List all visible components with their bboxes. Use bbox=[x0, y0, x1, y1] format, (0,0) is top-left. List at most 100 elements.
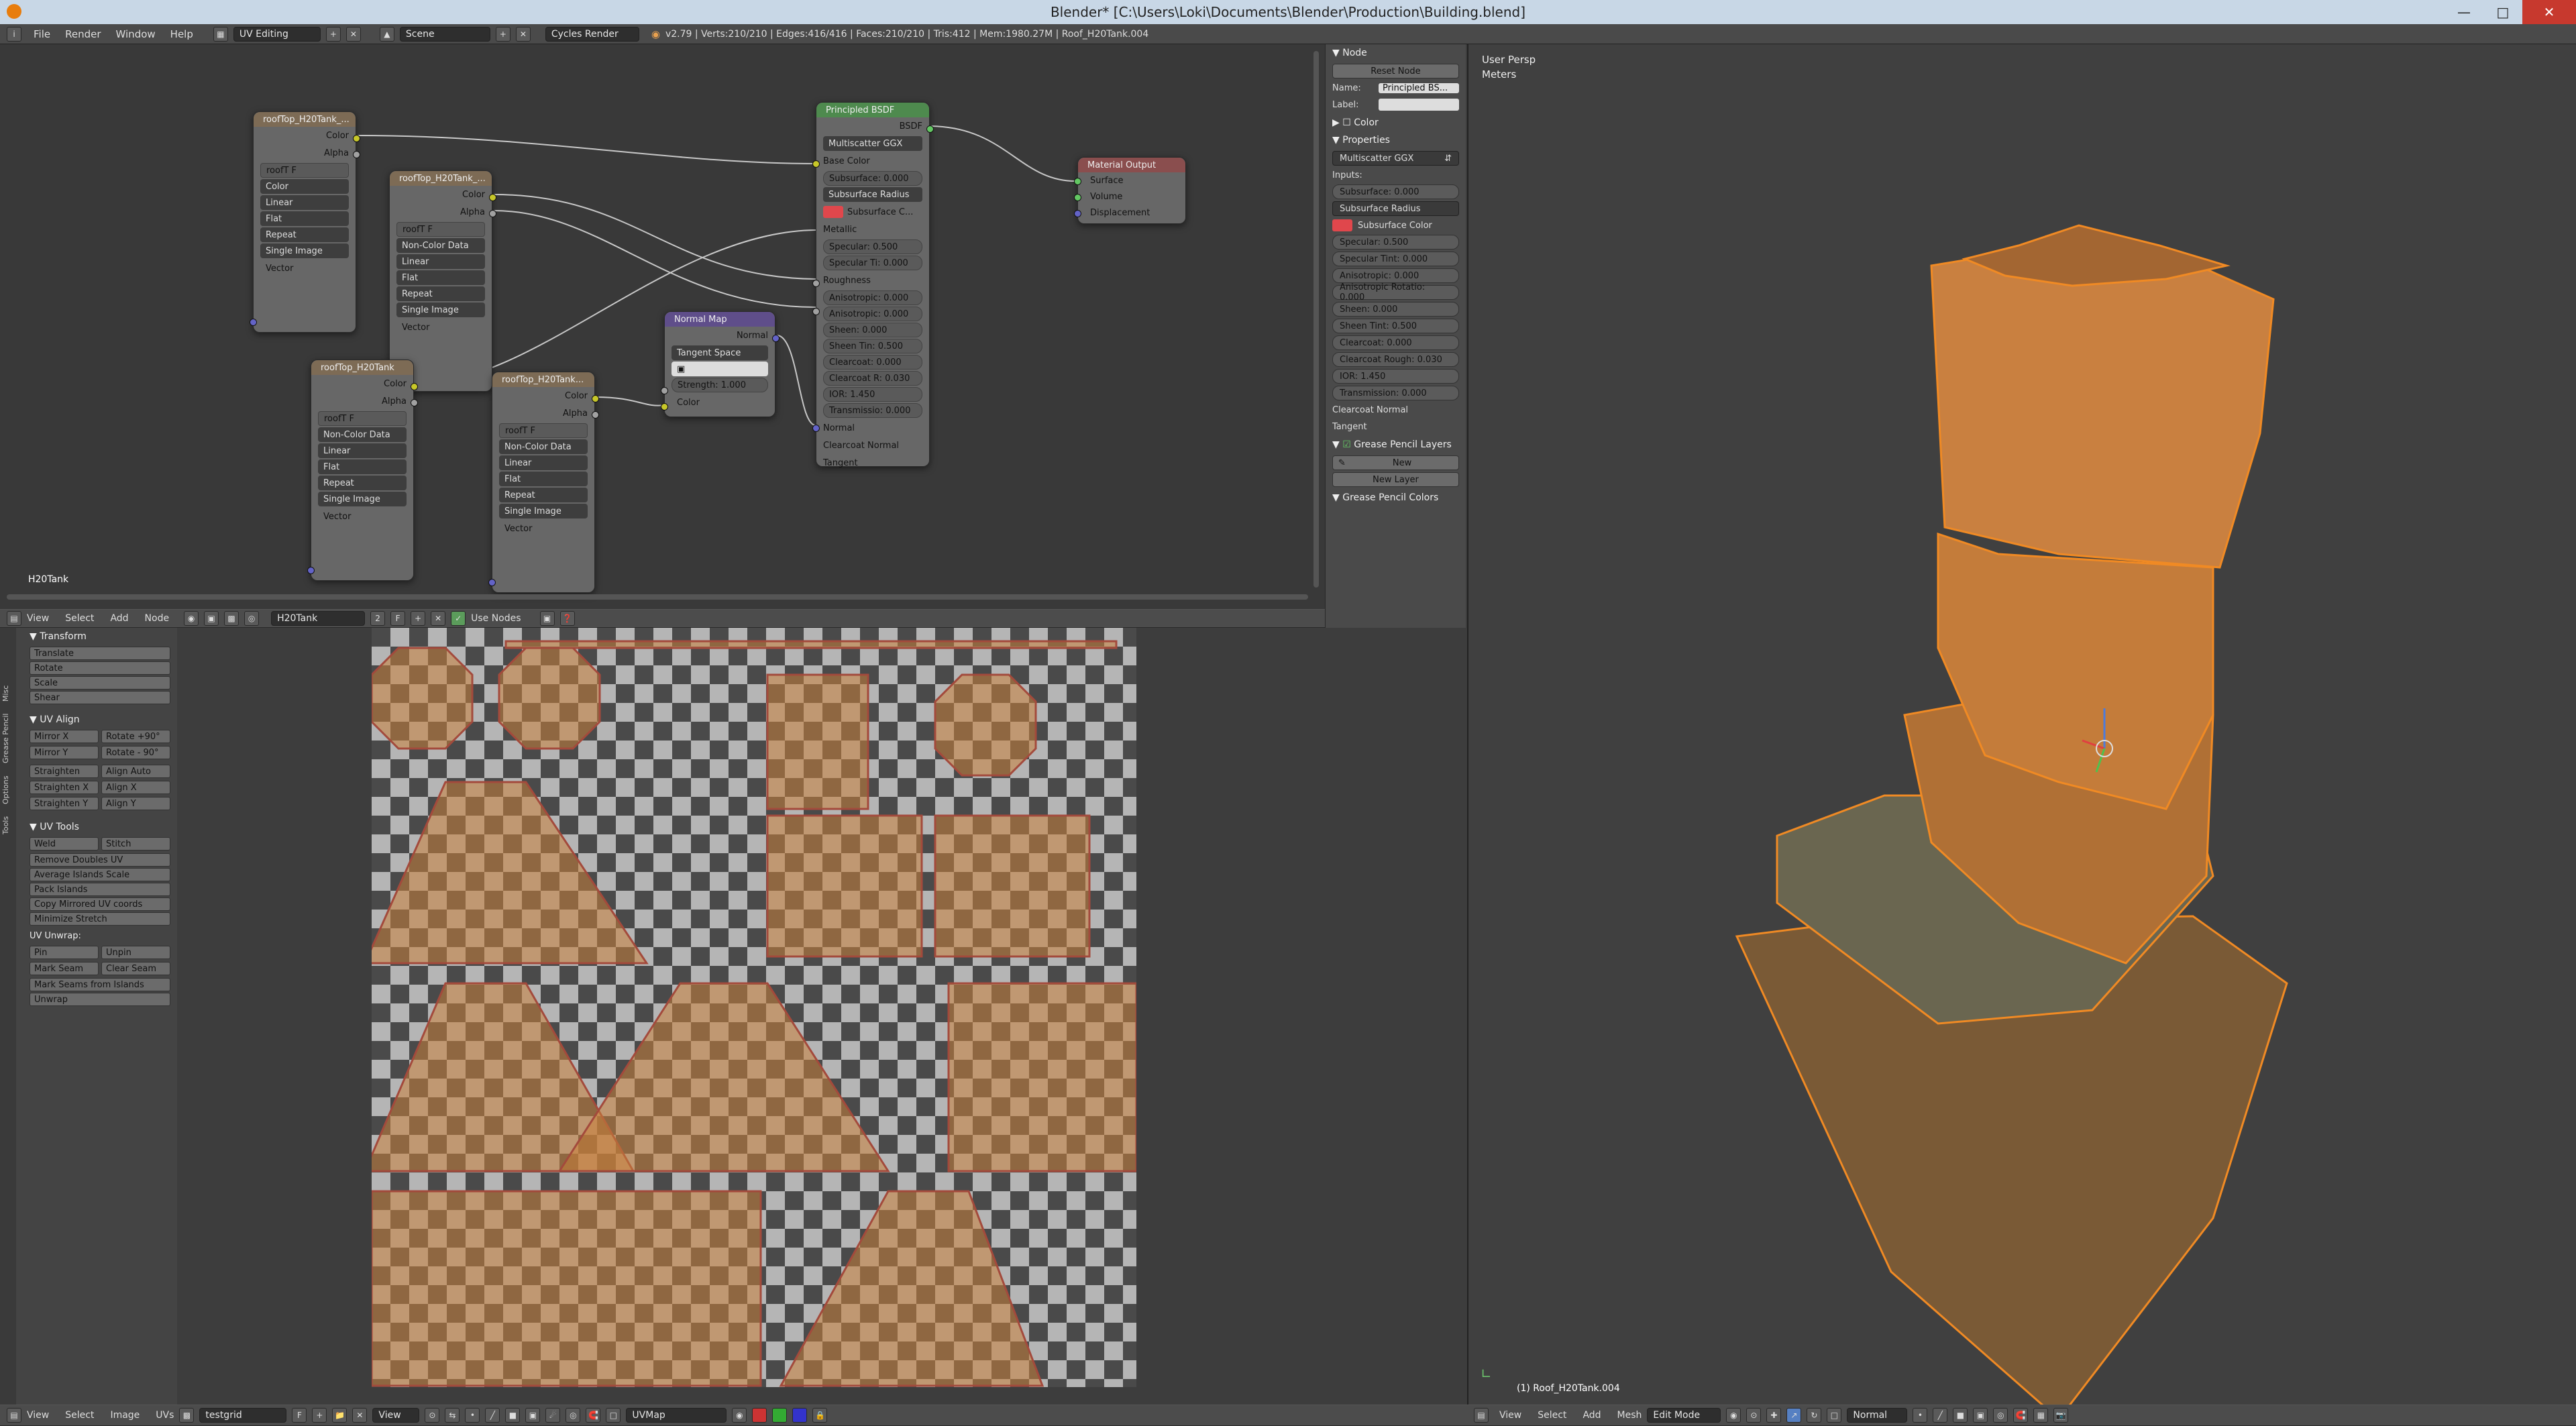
alpha-output-socket[interactable] bbox=[353, 151, 360, 158]
scene-select[interactable]: Scene bbox=[399, 26, 490, 42]
strength-input-socket[interactable] bbox=[661, 387, 668, 394]
anisotropic-field[interactable]: Anisotropic: 0.000 bbox=[823, 290, 922, 305]
surface-socket[interactable] bbox=[1074, 178, 1081, 185]
3d-editor-type-icon[interactable]: ▤ bbox=[1474, 1408, 1489, 1423]
image-fake-user-button[interactable]: F bbox=[292, 1408, 307, 1423]
pivot-icon[interactable]: ⊙ bbox=[425, 1408, 440, 1423]
scene-add-button[interactable]: + bbox=[495, 26, 511, 42]
uvmap-select[interactable]: UVMap bbox=[626, 1408, 727, 1423]
translate-button[interactable]: Translate bbox=[30, 647, 170, 660]
prop-sheen[interactable]: Sheen: 0.000 bbox=[1332, 302, 1459, 317]
prop-clearcoat[interactable]: Clearcoat: 0.000 bbox=[1332, 335, 1459, 350]
base-color-socket[interactable] bbox=[812, 160, 820, 168]
projection-select[interactable]: Flat bbox=[396, 270, 485, 285]
name-field[interactable]: Principled BS... bbox=[1379, 83, 1459, 93]
extension-select[interactable]: Repeat bbox=[396, 286, 485, 301]
transform-header[interactable]: ▼ Transform bbox=[30, 628, 170, 645]
uv-menu-uvs[interactable]: UVs bbox=[156, 1410, 174, 1421]
prop-specular[interactable]: Specular: 0.500 bbox=[1332, 235, 1459, 250]
material-output-node[interactable]: Material Output Surface Volume Displacem… bbox=[1074, 157, 1186, 224]
subsurface-method-select[interactable]: Subsurface Radius bbox=[823, 187, 922, 202]
prop-specular-tint[interactable]: Specular Tint: 0.000 bbox=[1332, 252, 1459, 266]
editor-type-icon[interactable]: ▤ bbox=[7, 611, 21, 626]
gp-new-layer-button[interactable]: New Layer bbox=[1332, 472, 1459, 487]
rotate-plus-90-button[interactable]: Rotate +90° bbox=[101, 730, 170, 743]
projection-select[interactable]: Flat bbox=[260, 211, 349, 226]
color-input-socket[interactable] bbox=[661, 403, 668, 410]
prop-ior[interactable]: IOR: 1.450 bbox=[1332, 369, 1459, 384]
straighten-button[interactable]: Straighten bbox=[30, 765, 99, 778]
rotate-minus-90-button[interactable]: Rotate - 90° bbox=[101, 746, 170, 759]
color-output-socket[interactable] bbox=[489, 194, 496, 201]
grease-pencil-layers-header[interactable]: ▼ ☑ Grease Pencil Layers bbox=[1326, 436, 1466, 453]
menu-node[interactable]: Node bbox=[145, 613, 170, 624]
prop-transmission[interactable]: Transmission: 0.000 bbox=[1332, 386, 1459, 400]
vector-input-socket[interactable] bbox=[488, 579, 496, 586]
alpha-output-socket[interactable] bbox=[411, 399, 418, 406]
mirror-x-button[interactable]: Mirror X bbox=[30, 730, 99, 743]
mode-select[interactable]: Edit Mode bbox=[1647, 1408, 1721, 1423]
straighten-x-button[interactable]: Straighten X bbox=[30, 781, 99, 794]
translate-manipulator-icon[interactable]: ↗ bbox=[1786, 1408, 1802, 1423]
image-add-button[interactable]: + bbox=[312, 1408, 327, 1423]
specular-tint-field[interactable]: Specular Ti: 0.000 bbox=[823, 256, 922, 270]
source-select[interactable]: Single Image bbox=[318, 492, 407, 506]
menu-help[interactable]: Help bbox=[170, 28, 193, 40]
material-fake-user-button[interactable]: F bbox=[390, 611, 406, 626]
menu-view[interactable]: View bbox=[27, 613, 49, 624]
uv-image-editor[interactable] bbox=[177, 628, 1467, 1405]
subsurface-color-swatch[interactable] bbox=[823, 206, 843, 218]
minimize-button[interactable]: — bbox=[2445, 0, 2483, 24]
color-space-select[interactable]: Color bbox=[260, 179, 349, 194]
alpha-output-socket[interactable] bbox=[592, 411, 599, 419]
image-browse-icon[interactable]: ▩ bbox=[179, 1408, 195, 1423]
uv-canvas[interactable] bbox=[372, 628, 1136, 1387]
snap-icon[interactable]: ❓ bbox=[559, 611, 575, 626]
extension-select[interactable]: Repeat bbox=[499, 488, 588, 502]
distribution-select[interactable]: Multiscatter GGX bbox=[823, 136, 922, 151]
layout-add-button[interactable]: + bbox=[325, 26, 341, 42]
3d-menu-add[interactable]: Add bbox=[1582, 1410, 1601, 1421]
projection-select[interactable]: Flat bbox=[499, 472, 588, 486]
island-select-icon[interactable]: ▣ bbox=[525, 1408, 541, 1423]
uv-tools-header[interactable]: ▼ UV Tools bbox=[30, 818, 170, 836]
scale-manipulator-icon[interactable]: □ bbox=[1827, 1408, 1842, 1423]
image-texture-node-2[interactable]: roofTop_H20Tank_... Color Alpha roofT F N… bbox=[386, 170, 496, 392]
vertex-mode-icon[interactable]: • bbox=[1913, 1408, 1928, 1423]
proportional-edit-icon[interactable]: ◎ bbox=[566, 1408, 581, 1423]
clearcoat-field[interactable]: Clearcoat: 0.000 bbox=[823, 355, 922, 370]
prop-subsurface-color-swatch[interactable] bbox=[1332, 219, 1352, 231]
3d-menu-select[interactable]: Select bbox=[1538, 1410, 1566, 1421]
weld-button[interactable]: Weld bbox=[30, 837, 99, 851]
transform-gizmo[interactable] bbox=[2079, 702, 2133, 782]
uvmap-icon[interactable]: □ bbox=[606, 1408, 621, 1423]
red-channel-icon[interactable] bbox=[752, 1408, 767, 1423]
source-select[interactable]: Single Image bbox=[260, 243, 349, 258]
prop-anisotropic-rotation[interactable]: Anisotropic Rotatio: 0.000 bbox=[1332, 282, 1459, 303]
menu-file[interactable]: File bbox=[34, 28, 50, 40]
subsurface-color-row[interactable]: Subsurface C... bbox=[816, 203, 929, 221]
projection-select[interactable]: Flat bbox=[318, 459, 407, 474]
render-preview-icon[interactable]: 📷 bbox=[2053, 1408, 2069, 1423]
3d-viewport[interactable]: User Persp Meters ∟ (1) Roof_H20Tank.004 bbox=[1467, 44, 2576, 1405]
node-editor[interactable]: roofTop_H20Tank_... Color Alpha roofT F C… bbox=[0, 44, 1325, 609]
normal-output-socket[interactable] bbox=[772, 335, 780, 342]
layers-icon[interactable]: ▦ bbox=[2033, 1408, 2049, 1423]
prop-subsurface-radius[interactable]: Subsurface Radius bbox=[1332, 201, 1459, 216]
normal-space-select[interactable]: Tangent Space bbox=[672, 345, 768, 360]
ior-field[interactable]: IOR: 1.450 bbox=[823, 387, 922, 402]
clear-seam-button[interactable]: Clear Seam bbox=[101, 962, 170, 975]
shear-button[interactable]: Shear bbox=[30, 691, 170, 704]
mirror-y-button[interactable]: Mirror Y bbox=[30, 746, 99, 759]
render-engine-select[interactable]: Cycles Render bbox=[545, 26, 639, 42]
image-selector[interactable]: roofT F bbox=[260, 163, 349, 178]
interpolation-select[interactable]: Linear bbox=[318, 443, 407, 458]
roughness-socket[interactable] bbox=[812, 308, 820, 315]
prop-clearcoat-roughness[interactable]: Clearcoat Rough: 0.030 bbox=[1332, 352, 1459, 367]
source-select[interactable]: Single Image bbox=[396, 303, 485, 317]
fake-user-toggle[interactable]: F bbox=[291, 166, 296, 176]
image-texture-node-3[interactable]: roofTop_H20Tank Color Alpha roofT F Non-C… bbox=[307, 360, 418, 581]
align-auto-button[interactable]: Align Auto bbox=[101, 765, 170, 778]
extension-select[interactable]: Repeat bbox=[260, 227, 349, 242]
green-channel-icon[interactable] bbox=[772, 1408, 788, 1423]
